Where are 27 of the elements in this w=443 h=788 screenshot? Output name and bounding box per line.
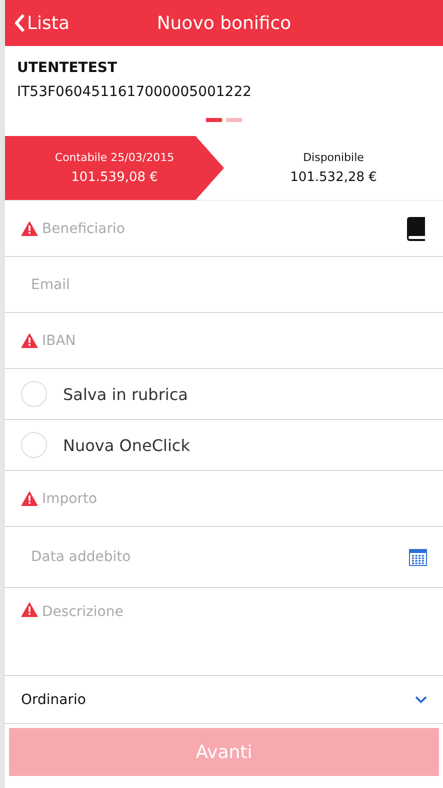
page-indicator[interactable] [206, 118, 222, 122]
balance-panel[interactable]: Contabile 25/03/2015 101.539,08 € [5, 136, 224, 200]
balance-label: Disponibile [303, 151, 364, 164]
back-link[interactable]: Lista [5, 12, 70, 34]
checkbox-label: Nuova OneClick [63, 436, 190, 454]
book-icon[interactable] [405, 216, 427, 240]
checkbox[interactable] [21, 432, 47, 458]
page-indicator[interactable] [226, 118, 242, 122]
checkbox-label: Salva in rubrica [63, 384, 188, 404]
input-field[interactable]: Email [31, 272, 427, 296]
text-area[interactable]: Descrizione [42, 602, 427, 666]
back-icon [15, 14, 25, 32]
account-holder: UTENTETEST [17, 60, 118, 76]
balance-amount: 101.532,28 € [290, 170, 377, 185]
checkbox[interactable] [21, 381, 47, 407]
input-field[interactable]: Beneficiario [42, 216, 401, 240]
balance-label: Contabile 25/03/2015 [54, 151, 174, 164]
input-field[interactable]: IBAN [42, 328, 427, 352]
input-field[interactable]: Data addebito [31, 545, 405, 569]
account-iban: IT53F0604511617000005001222 [17, 84, 253, 100]
calendar-icon[interactable] [409, 548, 427, 566]
balance-panel[interactable]: Disponibile 101.532,28 € [224, 136, 443, 200]
chevron-down-icon [415, 696, 427, 704]
balance-amount: 101.539,08 € [71, 170, 158, 185]
select-field[interactable]: Ordinario [21, 676, 427, 723]
screen-title: Nuovo bonifico [156, 12, 292, 34]
input-field[interactable]: Importo [42, 486, 427, 510]
